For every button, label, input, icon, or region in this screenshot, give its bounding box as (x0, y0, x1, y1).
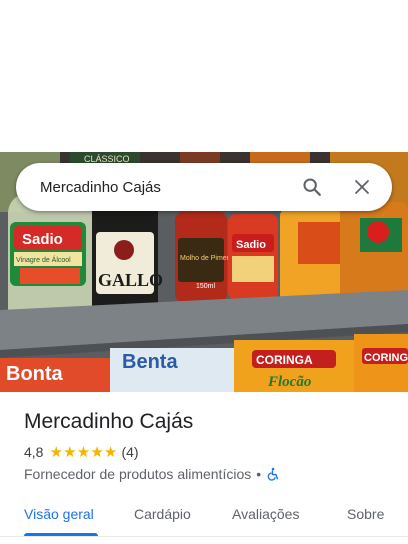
tab-overview[interactable]: Visão geral (24, 506, 94, 522)
review-count[interactable]: (4) (121, 444, 138, 460)
star-icon: ★ (103, 443, 118, 461)
star-icon: ★ (63, 443, 77, 461)
search-icon[interactable] (300, 175, 324, 199)
search-input[interactable]: Mercadinho Cajás (40, 179, 300, 196)
star-icon: ★ (76, 443, 91, 461)
close-icon[interactable] (350, 175, 374, 199)
star-icon: ★ (90, 443, 104, 461)
tab-about[interactable]: Sobre (347, 506, 384, 522)
rating-value: 4,8 (24, 444, 44, 460)
place-category: Fornecedor de produtos alimentícios (24, 466, 252, 482)
tab-menu[interactable]: Cardápio (134, 506, 191, 522)
hero-label-bag2: Benta (122, 351, 178, 373)
hero-label-flocao: Flocão (267, 374, 311, 390)
place-tabs: Visão geral Cardápio Avaliações Sobre (0, 496, 408, 537)
top-blank-area (0, 0, 408, 152)
hero-label-molho-size: 150ml (196, 283, 216, 290)
separator-dot: • (256, 466, 262, 482)
search-bar[interactable]: Mercadinho Cajás (16, 163, 392, 211)
star-rating: ★ ★ ★ ★ ★ (49, 443, 118, 461)
hero-label-vinagre: Vinagre de Álcool (16, 255, 71, 264)
tabs-divider (0, 536, 408, 537)
rating-row[interactable]: 4,8 ★ ★ ★ ★ ★ (4) (24, 443, 394, 461)
hero-label-bag1: Bonta (6, 363, 64, 385)
hero-label-sadio: Sadio (22, 231, 63, 248)
tab-reviews[interactable]: Avaliações (232, 506, 299, 522)
wheelchair-icon (266, 467, 280, 481)
hero-label-coringa: CORINGA (256, 353, 313, 367)
star-icon: ★ (49, 443, 63, 461)
category-row: Fornecedor de produtos alimentícios • (24, 464, 394, 484)
place-title: Mercadinho Cajás (24, 410, 194, 433)
hero-label-gallo: GALLO (98, 270, 163, 290)
hero-label-coringa2: CORING (364, 352, 408, 364)
hero-label-sadio2: Sadio (236, 239, 266, 251)
place-info: Mercadinho Cajás 4,8 ★ ★ ★ ★ ★ (4) Forne… (24, 408, 394, 484)
